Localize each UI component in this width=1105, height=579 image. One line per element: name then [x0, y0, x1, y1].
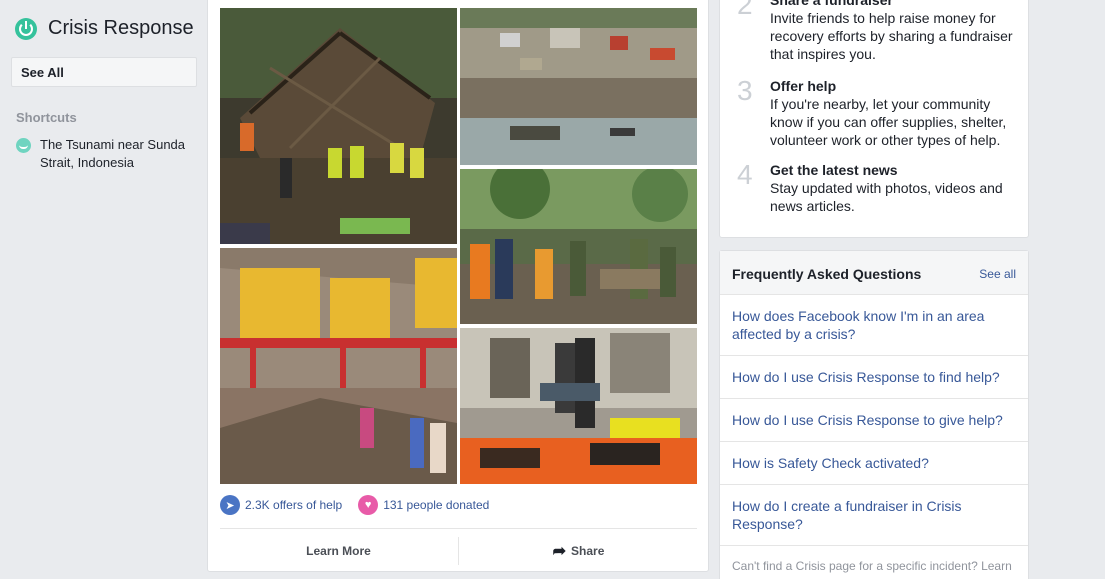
see-all-button[interactable]: See All — [11, 57, 197, 87]
wave-icon — [16, 138, 31, 153]
step-number: 3 — [737, 75, 753, 106]
donation-icon: ♥ — [358, 495, 379, 515]
learn-more-label: Learn More — [306, 544, 371, 558]
share-label: Share — [571, 544, 605, 558]
button-separator — [458, 537, 459, 565]
faq-header: Frequently Asked Questions See all — [720, 251, 1028, 295]
faq-item[interactable]: How do I use Crisis Response to give hel… — [720, 399, 1028, 442]
how-to-help-card: 2 Share a fundraiser Invite friends to h… — [719, 0, 1029, 238]
photo-rescue-team[interactable] — [460, 169, 697, 324]
faq-item[interactable]: How do I use Crisis Response to find hel… — [720, 356, 1028, 399]
learn-more-button[interactable]: Learn More — [220, 536, 457, 566]
photo-recovery-scene[interactable] — [460, 328, 697, 484]
faq-see-all-link[interactable]: See all — [979, 267, 1016, 281]
photo-collapsed-house[interactable] — [220, 8, 457, 244]
app-title[interactable]: Crisis Response — [15, 17, 194, 40]
stats-row: ➤ 2.3K offers of help ♥ 131 people donat… — [220, 495, 489, 515]
step-description: Stay updated with photos, videos and new… — [770, 180, 1003, 214]
step-title[interactable]: Offer help — [770, 77, 1020, 95]
share-button[interactable]: ➦ Share — [460, 536, 697, 566]
shortcut-label: The Tsunami near Sunda Strait, Indonesia — [40, 137, 186, 170]
people-donated-link[interactable]: 131 people donated — [383, 498, 489, 512]
crisis-photo-card: ➤ 2.3K offers of help ♥ 131 people donat… — [207, 0, 709, 572]
faq-footer-text[interactable]: Can't find a Crisis page for a specific … — [720, 546, 1028, 579]
card-divider — [220, 528, 697, 529]
photo-collapsed-building[interactable] — [220, 248, 457, 484]
step-description: If you're nearby, let your community kno… — [770, 96, 1007, 148]
faq-item[interactable]: How do I create a fundraiser in Crisis R… — [720, 485, 1028, 546]
step-title[interactable]: Share a fundraiser — [770, 0, 1020, 9]
app-title-text: Crisis Response — [48, 17, 194, 39]
shortcuts-heading: Shortcuts — [16, 110, 77, 125]
share-arrow-icon: ➦ — [552, 543, 567, 560]
step-share-fundraiser: 2 Share a fundraiser Invite friends to h… — [737, 0, 1020, 63]
faq-item[interactable]: How is Safety Check activated? — [720, 442, 1028, 485]
offers-of-help-link[interactable]: 2.3K offers of help — [245, 498, 342, 512]
step-latest-news: 4 Get the latest news Stay updated with … — [737, 161, 1020, 215]
step-title[interactable]: Get the latest news — [770, 161, 1020, 179]
step-description: Invite friends to help raise money for r… — [770, 10, 1013, 62]
faq-item[interactable]: How does Facebook know I'm in an area af… — [720, 295, 1028, 356]
step-number: 4 — [737, 159, 753, 190]
pin-icon: ➤ — [220, 495, 240, 515]
step-number: 2 — [737, 0, 753, 20]
faq-title: Frequently Asked Questions — [732, 266, 922, 282]
left-sidebar: Crisis Response See All Shortcuts The Ts… — [0, 0, 205, 579]
photo-aerial-coast[interactable] — [460, 8, 697, 165]
faq-card: Frequently Asked Questions See all How d… — [719, 250, 1029, 579]
shortcut-item-tsunami[interactable]: The Tsunami near Sunda Strait, Indonesia — [16, 136, 190, 172]
crisis-response-logo-icon — [15, 17, 37, 40]
step-offer-help: 3 Offer help If you're nearby, let your … — [737, 77, 1020, 149]
